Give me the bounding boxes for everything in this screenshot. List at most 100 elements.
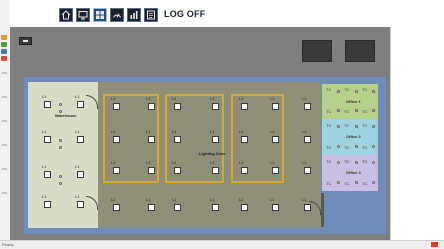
sidebar-item[interactable]	[2, 168, 7, 170]
light-fixture[interactable]	[212, 204, 219, 211]
light-fixture[interactable]	[272, 103, 279, 110]
light-fixture[interactable]	[241, 204, 248, 211]
zone-office-2[interactable]: Office 2 TC TC TC TC TC TC	[322, 119, 378, 155]
area-label: Lighting Zone	[199, 151, 226, 156]
zone-indicator[interactable]	[372, 181, 375, 184]
light-tag: L1	[210, 160, 215, 165]
light-fixture[interactable]	[272, 136, 279, 143]
zone-indicator[interactable]	[337, 90, 340, 93]
door-slot	[321, 193, 324, 227]
light-fixture[interactable]	[113, 103, 120, 110]
light-fixture[interactable]	[77, 201, 84, 208]
light-fixture[interactable]	[241, 167, 248, 174]
light-tag: L1	[270, 96, 275, 101]
zone-indicator[interactable]	[337, 145, 340, 148]
zone-office-1[interactable]: Office 1 TC TC TC TC TC TC	[322, 84, 378, 119]
report-icon	[147, 10, 155, 19]
light-tag: L1	[239, 160, 244, 165]
zone-indicator[interactable]	[372, 109, 375, 112]
light-fixture[interactable]	[174, 103, 181, 110]
light-fixture[interactable]	[304, 167, 311, 174]
zone-title: Office 3	[346, 170, 361, 175]
light-fixture[interactable]	[241, 103, 248, 110]
logoff-link[interactable]: LOG OFF	[164, 9, 205, 19]
light-fixture[interactable]	[241, 136, 248, 143]
sidebar-item[interactable]	[2, 120, 7, 122]
zone-indicator[interactable]	[355, 145, 358, 148]
zone-indicator[interactable]	[337, 125, 340, 128]
light-fixture[interactable]	[148, 136, 155, 143]
zone-indicator[interactable]	[337, 181, 340, 184]
layout-button[interactable]	[93, 7, 107, 22]
light-fixture[interactable]	[77, 136, 84, 143]
nav-toolbar	[59, 6, 158, 23]
light-fixture[interactable]	[113, 204, 120, 211]
light-tag: L1	[111, 160, 116, 165]
light-tag: L1	[172, 129, 177, 134]
light-fixture[interactable]	[212, 136, 219, 143]
home-button[interactable]	[59, 7, 73, 22]
zone-tag: TC	[344, 109, 350, 114]
zone-indicator[interactable]	[355, 109, 358, 112]
monitor-button[interactable]	[76, 7, 90, 22]
light-tag: L1	[239, 197, 244, 202]
zone-indicator[interactable]	[337, 161, 340, 164]
area-label: Warehouse	[55, 113, 77, 118]
light-fixture[interactable]	[174, 136, 181, 143]
report-button[interactable]	[144, 7, 158, 22]
light-fixture[interactable]	[304, 103, 311, 110]
zone-indicator[interactable]	[372, 145, 375, 148]
light-tag: L1	[75, 194, 80, 199]
tree-icon[interactable]	[1, 42, 7, 47]
sidebar-item[interactable]	[2, 144, 7, 146]
zone-title: Office 2	[346, 134, 361, 139]
light-fixture[interactable]	[212, 167, 219, 174]
light-fixture[interactable]	[148, 103, 155, 110]
light-tag: L1	[42, 129, 47, 134]
page-icon[interactable]	[1, 49, 7, 54]
light-fixture[interactable]	[272, 204, 279, 211]
chart-button[interactable]	[127, 7, 141, 22]
zone-tag: TC	[326, 123, 332, 128]
zone-indicator[interactable]	[372, 90, 375, 93]
light-fixture[interactable]	[174, 204, 181, 211]
light-fixture[interactable]	[44, 201, 51, 208]
zone-indicator[interactable]	[355, 90, 358, 93]
zone-indicator[interactable]	[372, 161, 375, 164]
sidebar-item[interactable]	[2, 96, 7, 98]
light-fixture[interactable]	[77, 171, 84, 178]
light-tag: L1	[302, 129, 307, 134]
zone-indicator[interactable]	[337, 109, 340, 112]
zone-tag: TC	[326, 145, 332, 150]
light-fixture[interactable]	[212, 103, 219, 110]
light-fixture[interactable]	[113, 136, 120, 143]
zone-tag: TC	[344, 123, 350, 128]
zone-indicator[interactable]	[372, 125, 375, 128]
light-fixture[interactable]	[44, 136, 51, 143]
light-fixture[interactable]	[148, 204, 155, 211]
gauge-button[interactable]	[110, 7, 124, 22]
light-fixture[interactable]	[148, 167, 155, 174]
light-fixture[interactable]	[44, 171, 51, 178]
light-fixture[interactable]	[304, 204, 311, 211]
folder-icon[interactable]	[1, 35, 7, 40]
zone-office-3[interactable]: Office 3 TC TC TC TC TC TC	[322, 155, 378, 191]
light-fixture[interactable]	[113, 167, 120, 174]
zone-tag: TC	[344, 87, 350, 92]
zone-tag: TC	[326, 87, 332, 92]
sidebar-item[interactable]	[2, 192, 7, 194]
light-fixture[interactable]	[77, 101, 84, 108]
back-button[interactable]	[19, 37, 32, 45]
zone-indicator[interactable]	[355, 125, 358, 128]
alert-icon[interactable]	[1, 56, 7, 61]
light-fixture[interactable]	[304, 136, 311, 143]
zone-indicator[interactable]	[355, 161, 358, 164]
light-fixture[interactable]	[174, 167, 181, 174]
light-tag: L1	[75, 94, 80, 99]
light-fixture[interactable]	[44, 101, 51, 108]
light-tag: L1	[146, 96, 151, 101]
light-tag: L1	[302, 197, 307, 202]
light-fixture[interactable]	[272, 167, 279, 174]
sidebar-item[interactable]	[2, 72, 7, 74]
zone-indicator[interactable]	[355, 181, 358, 184]
